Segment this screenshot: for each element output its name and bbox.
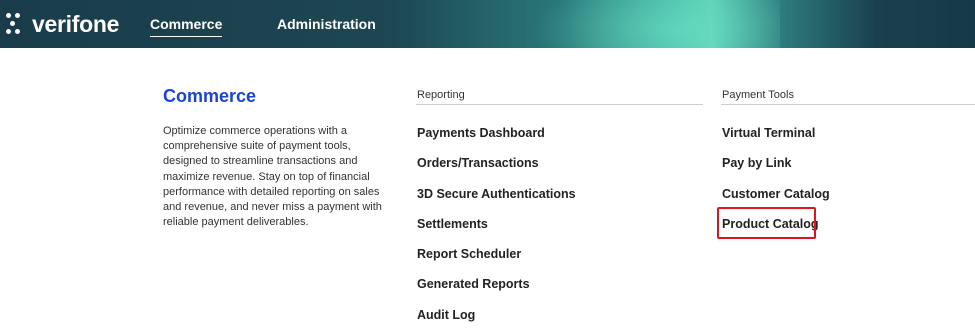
link-3d-secure-authentications[interactable]: 3D Secure Authentications bbox=[417, 187, 576, 201]
link-virtual-terminal[interactable]: Virtual Terminal bbox=[722, 126, 815, 140]
link-report-scheduler[interactable]: Report Scheduler bbox=[417, 247, 521, 261]
commerce-title: Commerce bbox=[163, 86, 257, 106]
link-product-catalog[interactable]: Product Catalog bbox=[722, 217, 819, 231]
link-audit-log[interactable]: Audit Log bbox=[417, 308, 475, 322]
link-pay-by-link[interactable]: Pay by Link bbox=[722, 156, 791, 170]
link-orders-transactions[interactable]: Orders/Transactions bbox=[417, 156, 539, 170]
verifone-logo[interactable]: verifone bbox=[6, 6, 119, 42]
commerce-description: Optimize commerce operations with a comp… bbox=[163, 125, 382, 229]
nav-administration[interactable]: Administration bbox=[277, 16, 376, 32]
top-navigation-bar: verifone Commerce Administration bbox=[0, 0, 975, 48]
link-generated-reports[interactable]: Generated Reports bbox=[417, 277, 530, 291]
logo-text: verifone bbox=[32, 10, 120, 37]
header-wave-decoration bbox=[520, 0, 780, 48]
reporting-divider bbox=[416, 104, 703, 105]
link-customer-catalog[interactable]: Customer Catalog bbox=[722, 187, 830, 201]
nav-commerce[interactable]: Commerce bbox=[150, 16, 223, 37]
link-settlements[interactable]: Settlements bbox=[417, 217, 488, 231]
payment-tools-divider bbox=[721, 104, 975, 105]
reporting-heading: Reporting bbox=[417, 89, 465, 101]
payment-tools-heading: Payment Tools bbox=[722, 89, 794, 101]
link-payments-dashboard[interactable]: Payments Dashboard bbox=[417, 126, 545, 140]
verifone-logo-icon bbox=[6, 11, 28, 37]
